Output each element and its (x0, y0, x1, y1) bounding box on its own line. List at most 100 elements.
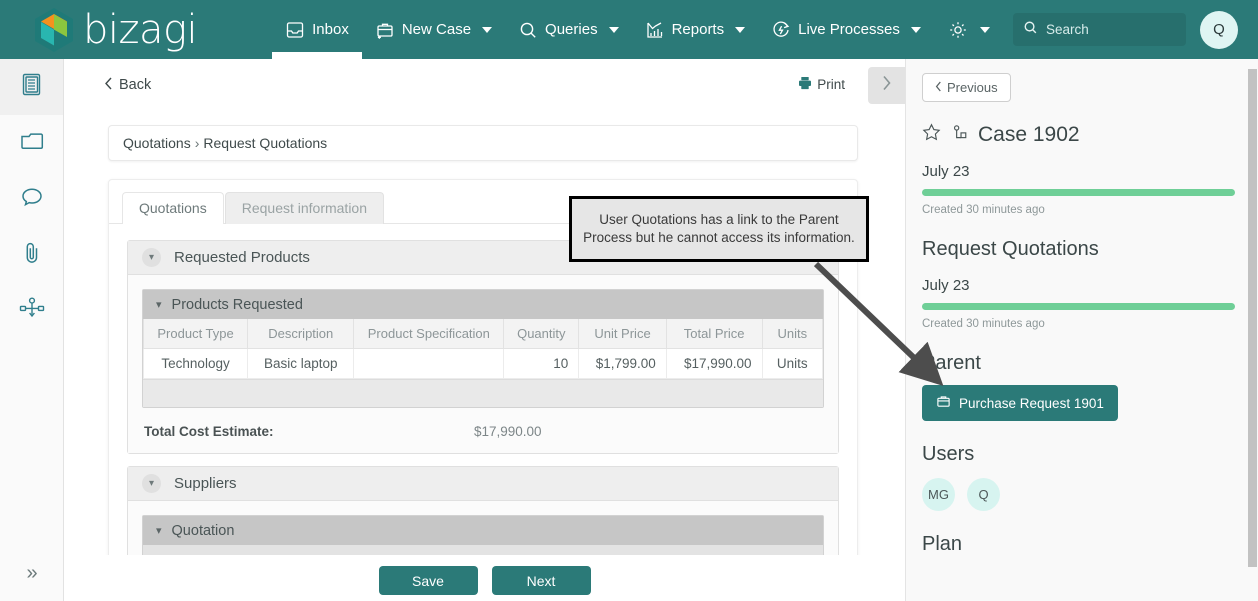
case-title: Case 1902 (978, 123, 1080, 146)
col-product-specification: Product Specification (353, 319, 505, 349)
rail-expand-button[interactable]: » (0, 553, 64, 593)
save-button[interactable]: Save (378, 566, 478, 595)
tab-quotations-label: Quotations (139, 200, 207, 216)
breadcrumb-current: Request Quotations (203, 135, 328, 151)
print-button[interactable]: Print (798, 76, 845, 93)
nav-item-live-processes[interactable]: Live Processes (758, 0, 934, 59)
users-list: MG Q (922, 478, 1236, 511)
col-product-type: Product Type (142, 319, 249, 349)
activity-title: Request Quotations (922, 238, 1099, 260)
parent-case-button[interactable]: Purchase Request 1901 (922, 385, 1118, 421)
sidebar-item-process[interactable] (0, 283, 63, 339)
case-details-panel: Previous Case 1902 July 23 Created 30 mi… (905, 59, 1258, 601)
cell-quantity: 10 (503, 348, 580, 379)
col-unit-price: Unit Price (578, 319, 667, 349)
briefcase-plus-icon (375, 20, 395, 40)
tab-quotations[interactable]: Quotations (122, 192, 224, 224)
back-button-label: Back (119, 77, 152, 93)
next-button[interactable]: Next (491, 566, 591, 595)
previous-button[interactable]: Previous (922, 73, 1011, 102)
parent-case-button-label: Purchase Request 1901 (959, 395, 1104, 411)
nav-item-new-case[interactable]: New Case (362, 0, 505, 59)
top-header: bizagi Inbox New Case Queries Reports Li… (0, 0, 1258, 59)
activity-created-text: Created 30 minutes ago (922, 318, 1045, 330)
briefcase-icon (936, 394, 951, 412)
subsection-products-requested-header[interactable]: ▾ Products Requested (143, 290, 823, 319)
col-description: Description (247, 319, 355, 349)
search-input[interactable] (1046, 22, 1176, 37)
chart-icon (645, 20, 665, 40)
section-suppliers-title: Suppliers (174, 475, 237, 492)
cell-product-type: Technology (142, 348, 249, 379)
total-cost-estimate-value: $17,990.00 (474, 424, 542, 439)
avatar[interactable]: Q (967, 478, 1000, 511)
nav-item-reports-label: Reports (671, 21, 725, 38)
tab-request-information[interactable]: Request information (224, 192, 385, 224)
nav-item-new-case-label: New Case (401, 21, 472, 38)
total-cost-estimate-row: Total Cost Estimate: $17,990.00 (142, 424, 824, 439)
breadcrumb-root[interactable]: Quotations (123, 135, 191, 151)
table-header-row: Product Type Description Product Specifi… (142, 319, 824, 349)
nav-item-queries-label: Queries (545, 21, 598, 38)
brand-logo[interactable]: bizagi (33, 6, 198, 53)
back-button[interactable]: Back (104, 77, 151, 94)
subsection-products-requested: ▾ Products Requested Product Type Descri… (142, 289, 824, 408)
folder-icon (19, 129, 45, 158)
col-total-price: Total Price (665, 319, 763, 349)
form-actions: Save Next (64, 555, 905, 601)
double-chevron-right-icon: » (26, 561, 38, 584)
chevron-left-icon (935, 80, 942, 95)
col-units: Units (761, 319, 824, 349)
cell-unit-price: $1,799.00 (578, 348, 667, 379)
sidebar-item-activities[interactable] (0, 59, 63, 115)
user-avatar-initials: Q (1213, 21, 1225, 38)
paperclip-icon (20, 240, 44, 271)
nav-item-reports[interactable]: Reports (632, 0, 759, 59)
sidebar-item-attachments[interactable] (0, 227, 63, 283)
nav-item-settings[interactable] (934, 0, 1003, 59)
brand-name: bizagi (83, 6, 198, 53)
bizagi-logo-icon (35, 7, 73, 52)
top-navigation: Inbox New Case Queries Reports Live Proc… (272, 0, 1003, 59)
main-content: Back Print Quotations › Request Quotatio… (64, 59, 905, 601)
annotation-text: User Quotations has a link to the Parent… (583, 212, 855, 245)
parent-heading: Parent (922, 352, 981, 374)
activity-progress-bar (922, 303, 1235, 310)
side-panel-scrollbar[interactable] (1248, 69, 1257, 567)
chevron-down-icon: ▾ (156, 299, 162, 311)
case-relations-icon[interactable] (950, 123, 969, 147)
global-search[interactable] (1013, 13, 1186, 46)
app-root: bizagi Inbox New Case Queries Reports Li… (0, 0, 1258, 601)
nav-item-queries[interactable]: Queries (505, 0, 632, 59)
user-avatar[interactable]: Q (1200, 10, 1238, 49)
expand-panel-button[interactable] (868, 67, 905, 104)
sidebar-item-folder[interactable] (0, 115, 63, 171)
gear-icon (947, 19, 969, 41)
case-header: Case 1902 (922, 123, 1236, 147)
users-heading: Users (922, 443, 975, 465)
chevron-left-icon (104, 77, 113, 94)
avatar[interactable]: MG (922, 478, 955, 511)
star-icon[interactable] (922, 123, 941, 147)
chevron-down-icon (482, 26, 493, 33)
left-rail: » (0, 59, 64, 601)
process-diagram-icon (18, 296, 46, 327)
list-document-icon (19, 72, 44, 102)
sidebar-item-comments[interactable] (0, 171, 63, 227)
cell-product-specification (353, 348, 505, 379)
products-table: Product Type Description Product Specifi… (142, 319, 824, 379)
comment-icon (19, 185, 45, 214)
total-cost-estimate-label: Total Cost Estimate: (144, 424, 274, 439)
table-row[interactable]: Technology Basic laptop 10 $1,799.00 $17… (142, 348, 824, 379)
section-suppliers-header[interactable]: ▾ Suppliers (128, 467, 838, 501)
main-toolbar: Back Print (64, 59, 905, 111)
cell-total-price: $17,990.00 (665, 348, 763, 379)
subsection-quotation-header[interactable]: ▾ Quotation (143, 516, 823, 545)
nav-item-inbox[interactable]: Inbox (272, 0, 362, 59)
search-icon (1023, 20, 1038, 40)
chevron-down-icon: ▾ (156, 525, 162, 537)
plan-heading: Plan (922, 533, 963, 555)
cell-units: Units (761, 348, 824, 379)
section-requested-products-title: Requested Products (174, 249, 310, 266)
breadcrumb: Quotations › Request Quotations (108, 125, 858, 161)
